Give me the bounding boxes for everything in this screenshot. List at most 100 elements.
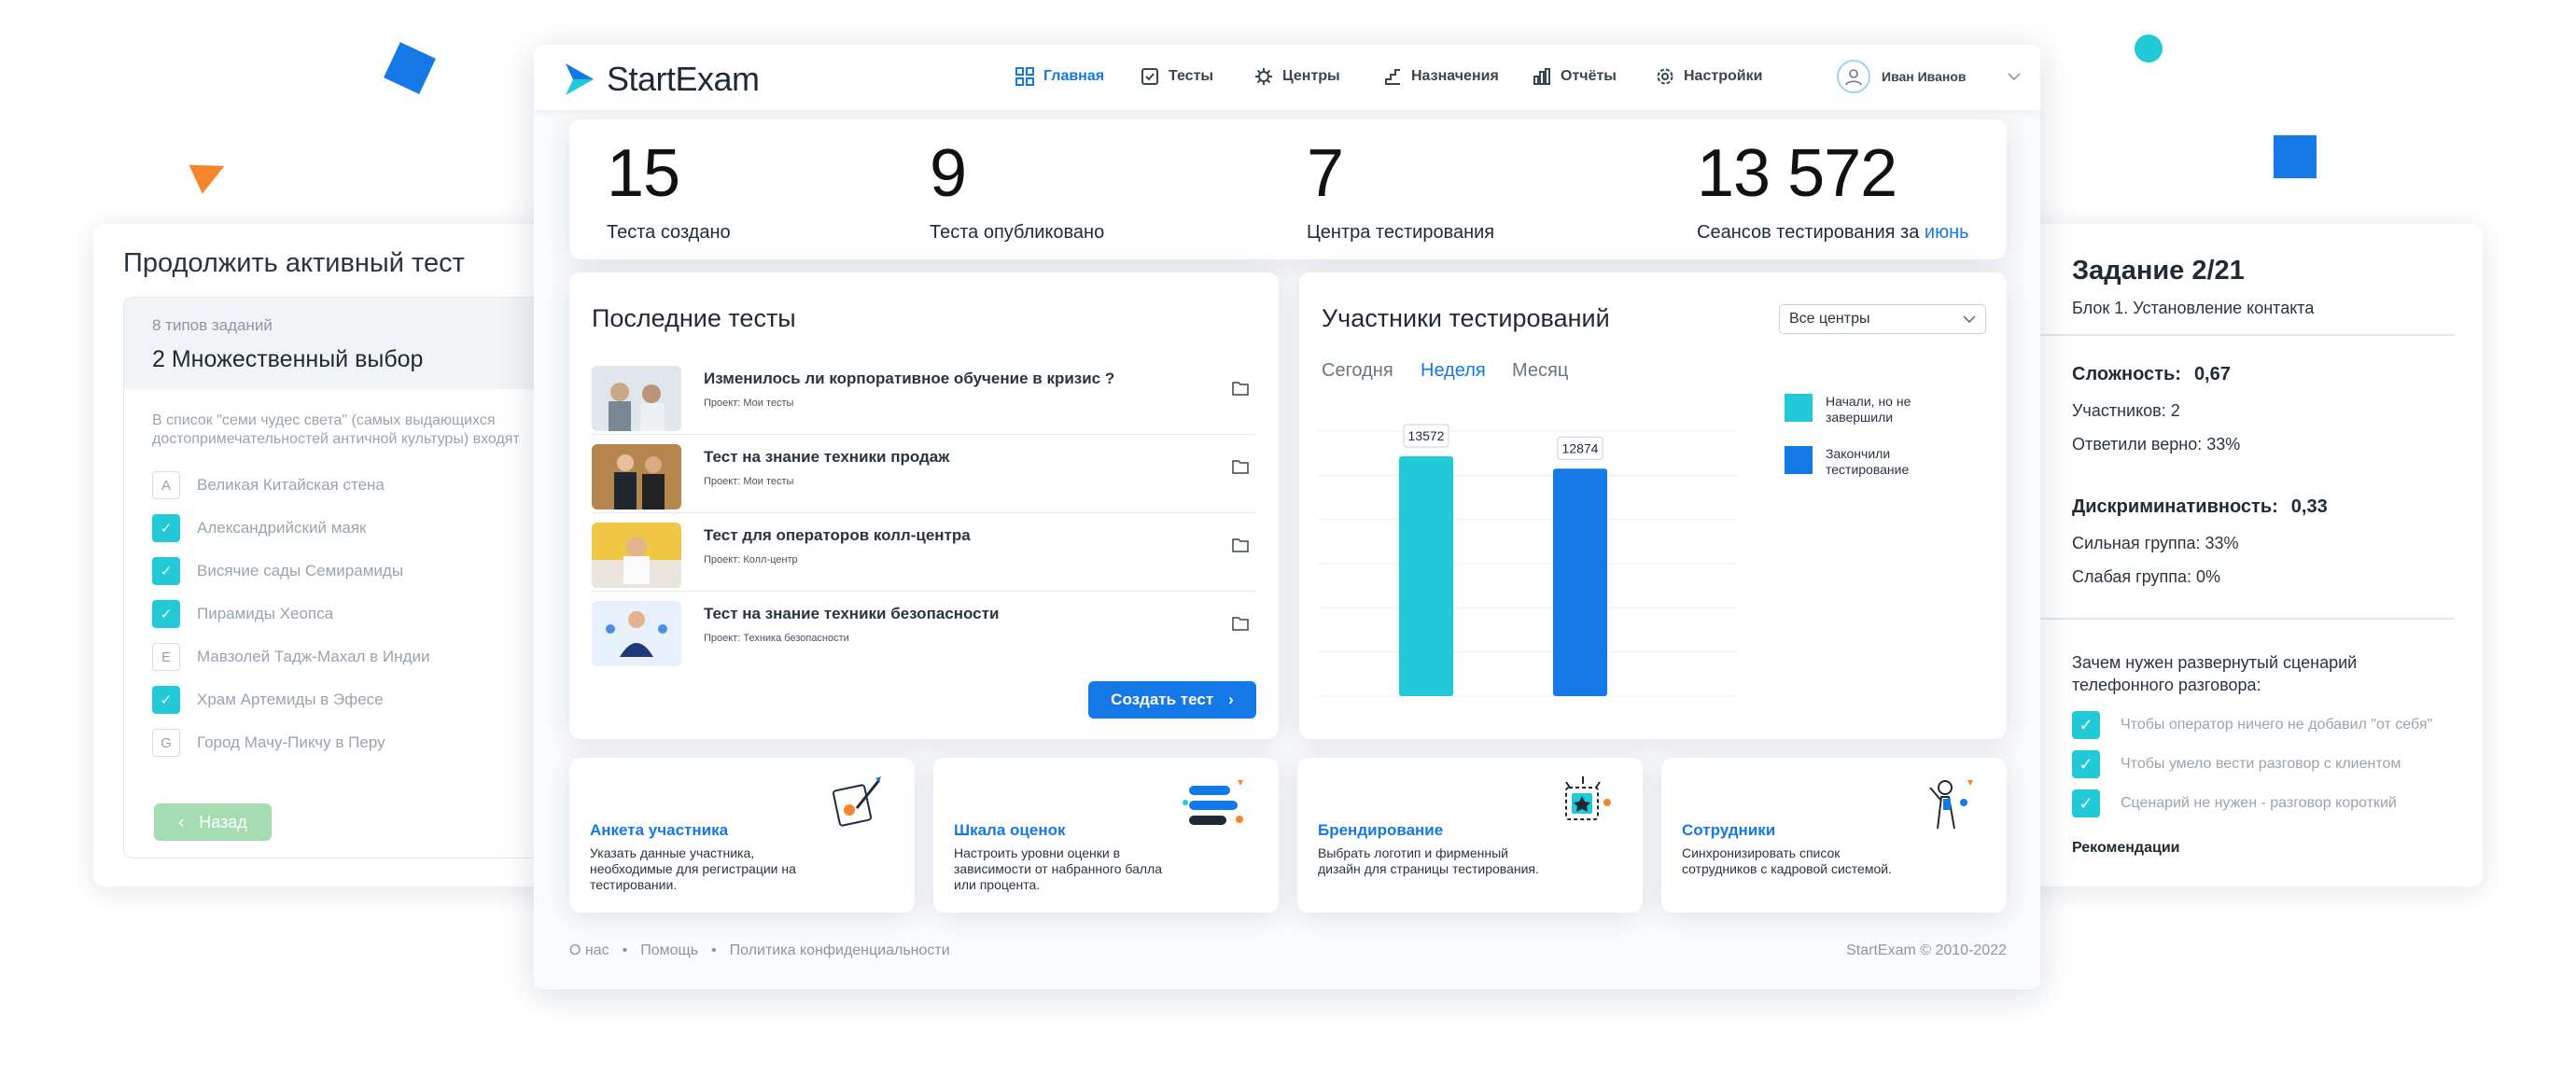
checkmark-icon: ✓ [2072,789,2100,817]
checkmark-icon: ✓ [152,557,180,585]
answer-checkbox[interactable]: ✓ Чтобы умело вести разговор с клиентом [2072,745,2432,784]
participants-count: Участников: 2 [2072,401,2180,420]
test-row[interactable]: Изменилось ли корпоративное обучение в к… [592,356,1256,435]
top-nav: StartExam Главная Тесты Центры Назначени… [534,45,2040,110]
nav-item-tests[interactable]: Тесты [1141,67,1213,86]
answer-option[interactable]: A Великая Китайская стена [152,464,580,507]
discrimination-label: Дискриминативность: [2072,496,2278,517]
stat-tests-published: 9 Теста опубликовано [930,136,1105,243]
gear-network-icon [1255,68,1272,85]
chevron-left-icon: ‹ [178,812,185,831]
logo-icon [566,63,594,95]
stat-centers: 7 Центра тестирования [1307,136,1495,243]
back-button[interactable]: ‹ Назад [154,803,272,841]
test-thumbnail [592,444,681,510]
star-badge-icon [1565,776,1611,820]
participants-bar-chart: 13572 12874 [1318,424,1738,697]
option-box: E [152,643,180,671]
folder-icon [1232,538,1249,552]
question-text: Зачем нужен развернутый сценарий телефонн… [2072,653,2358,694]
decor-circle [2135,35,2163,63]
feature-card-employees[interactable]: Сотрудники Синхронизировать список сотру… [1661,758,2007,913]
data-label: 12874 [1562,440,1599,455]
steps-icon [1385,69,1400,85]
checkbox-icon [1141,68,1158,85]
difficulty-label: Сложность: [2072,364,2181,384]
answer-option[interactable]: E Мавзолей Тадж-Махал в Индии [152,635,580,678]
feature-card-grade-scale[interactable]: Шкала оценок Настроить уровни оценки в з… [933,758,1279,913]
weak-group: Слабая группа: 0% [2072,567,2221,586]
checkmark-icon: ✓ [2072,750,2100,778]
answer-option[interactable]: ✓ Александрийский маяк [152,507,580,550]
active-test-panel: Продолжить активный тест 8 типов заданий… [93,224,609,887]
brand-logo[interactable]: StartExam [564,60,760,99]
folder-icon [1232,617,1249,631]
checkmark-icon: ✓ [152,600,180,628]
answer-option[interactable]: ✓ Пирамиды Хеопса [152,593,580,635]
checkmark-icon: ✓ [152,686,180,714]
data-label: 13572 [1408,428,1445,443]
avatar [1837,60,1870,93]
recent-tests-card: Последние тесты Изменилось ли корпоратив… [569,272,1279,739]
legend-swatch [1785,394,1813,422]
tab-today[interactable]: Сегодня [1322,360,1393,382]
panel-title: Продолжить активный тест [123,248,465,278]
test-thumbnail [592,523,681,588]
form-pen-icon [832,776,881,827]
recommendations-link[interactable]: Рекомендации [2072,840,2180,857]
answer-option[interactable]: ✓ Храм Артемиды в Эфесе [152,678,580,721]
user-name: Иван Иванов [1882,69,1967,84]
footer-link-help[interactable]: Помощь [640,942,698,959]
copyright: StartExam © 2010-2022 [1846,942,2007,958]
bar-chart-icon [1533,68,1550,85]
stats-bar: 15 Теста создано 9 Теста опубликовано 7 Цен… [569,119,2007,259]
test-row[interactable]: Тест на знание техники безопасности Прое… [592,592,1256,670]
test-thumbnail [592,366,681,431]
create-test-button[interactable]: Создать тест › [1088,681,1256,719]
answer-option[interactable]: ✓ Висячие сады Семирамиды [152,550,580,593]
nav-item-home[interactable]: Главная [1015,67,1104,86]
answer-checkbox[interactable]: ✓ Сценарий не нужен - разговор короткий [2072,784,2432,823]
user-menu[interactable]: Иван Иванов [1837,60,2021,93]
feature-card-participant-form[interactable]: Анкета участника Указать данные участник… [569,758,915,913]
difficulty-value: 0,67 [2193,364,2231,384]
nav-item-settings[interactable]: Настройки [1656,67,1762,86]
nav-item-centers[interactable]: Центры [1254,67,1340,86]
centers-select[interactable]: Все центры [1779,304,1986,334]
stat-tests-created: 15 Теста создано [607,136,731,243]
strong-group: Сильная группа: 33% [2072,534,2239,552]
tab-week[interactable]: Неделя [1421,360,1486,382]
stat-sessions: 13 572 Сеансов тестирования за июнь [1697,136,1969,243]
nav-item-reports[interactable]: Отчёты [1533,67,1617,86]
footer-links: О нас • Помощь • Политика конфиденциальн… [569,942,950,959]
test-row[interactable]: Тест для операторов колл-центра Проект: … [592,513,1256,592]
feature-card-branding[interactable]: Брендирование Выбрать логотип и фирменны… [1297,758,1643,913]
settings-icon [1657,68,1673,85]
legend-item-finished: Закончили тестирование [1785,446,1909,478]
section-title: Участники тестирований [1322,304,1610,332]
answer-checkbox[interactable]: ✓ Чтобы оператор ничего не добавил "от се… [2072,705,2432,745]
grid-icon [1015,67,1034,86]
month-link[interactable]: июнь [1925,222,1969,243]
decor-triangle [189,151,231,194]
legend-item-started: Начали, но не завершили [1785,394,1911,426]
chart-bar [1553,468,1607,696]
checkmark-icon: ✓ [152,514,180,542]
chevron-right-icon: › [1228,691,1234,708]
discrimination-value: 0,33 [2290,496,2328,517]
folder-icon [1232,460,1249,474]
option-box: A [152,471,180,499]
footer-link-about[interactable]: О нас [569,942,609,959]
test-row[interactable]: Тест на знание техники продаж Проект: Мо… [592,435,1256,513]
answer-option[interactable]: G Город Мачу-Пикчу в Перу [152,721,580,764]
decor-square [2274,135,2317,178]
task-section: 2 Множественный выбор [152,346,424,372]
checkmark-icon: ✓ [2072,711,2100,739]
tab-month[interactable]: Месяц [1512,360,1568,382]
task-stats-panel: Задание 2/21 Блок 1. Установление контак… [1997,224,2483,887]
nav-item-assignments[interactable]: Назначения [1383,67,1499,86]
dashboard-window: StartExam Главная Тесты Центры Назначени… [534,45,2040,989]
footer-link-privacy[interactable]: Политика конфиденциальности [730,942,950,959]
scale-bars-icon [1183,780,1243,825]
test-thumbnail [592,601,681,666]
